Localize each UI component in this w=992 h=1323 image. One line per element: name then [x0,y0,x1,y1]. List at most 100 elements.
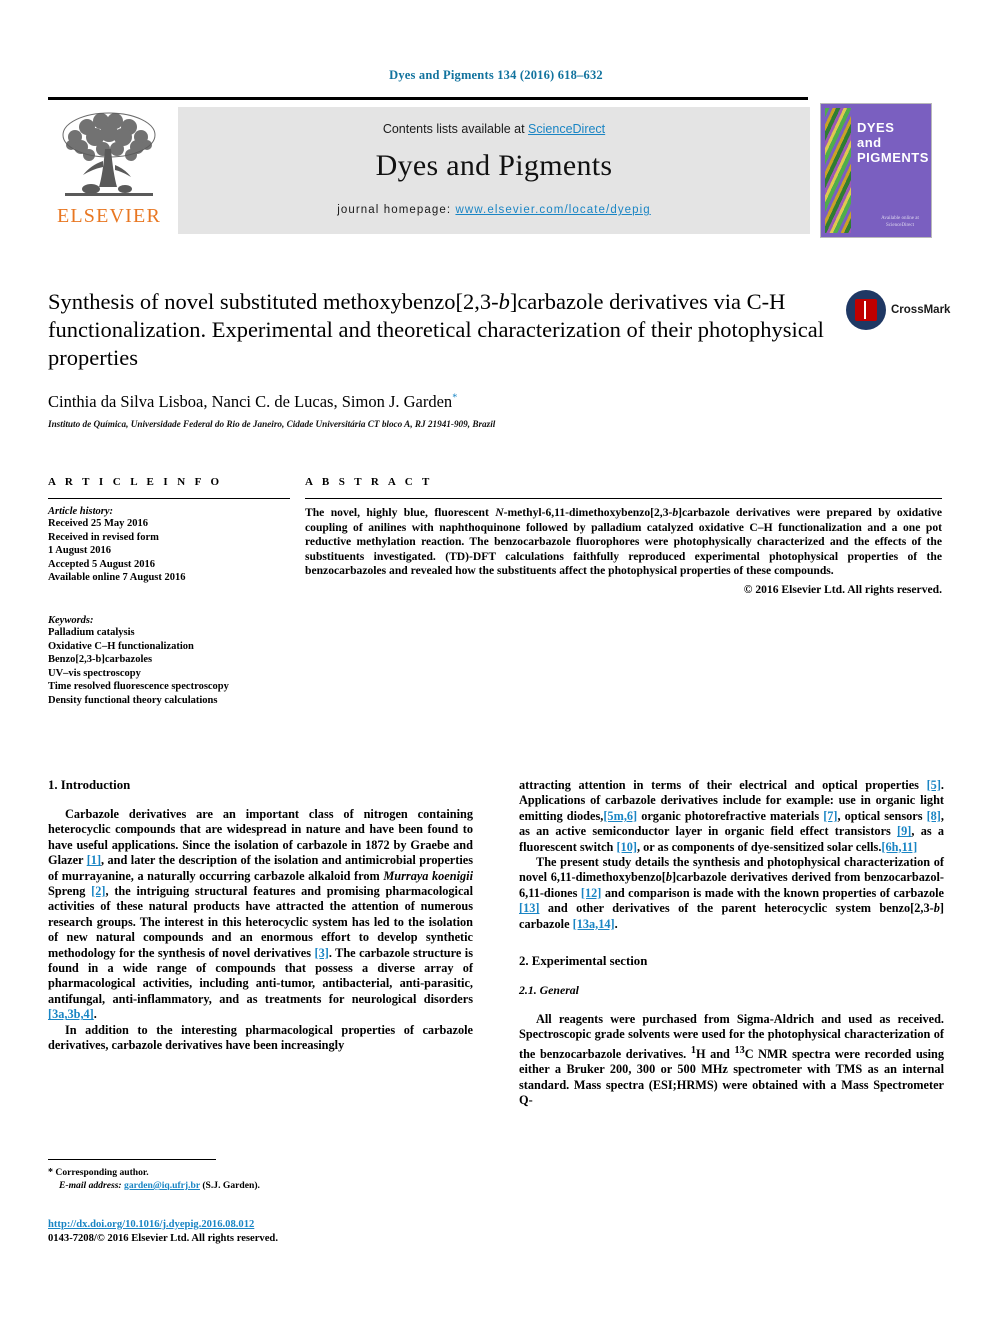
cover-title-line2: and [857,135,882,150]
contents-line: Contents lists available at ScienceDirec… [178,107,810,136]
running-head: Dyes and Pigments 134 (2016) 618–632 [389,68,603,82]
corresponding-author-marker[interactable]: * [452,393,457,404]
citation-5m6[interactable]: [5m,6] [603,809,637,823]
citation-13a14[interactable]: [13a,14] [573,917,615,931]
article-page: Dyes and Pigments 134 (2016) 618–632 ELS… [0,0,992,1323]
body-column-left: 1. Introduction Carbazole derivatives ar… [48,778,473,1054]
contents-prefix: Contents lists available at [382,122,529,136]
keywords-block: Keywords: Palladium catalysis Oxidative … [48,615,290,708]
intro-paragraph-3: The present study details the synthesis … [519,855,944,932]
keyword-item: Time resolved fluorescence spectroscopy [48,681,229,693]
history-item: 1 August 2016 [48,545,112,557]
citation-5[interactable]: [5] [927,778,941,792]
history-item: Accepted 5 August 2016 [48,558,156,570]
intro-p2c-a: attracting attention in terms of their e… [519,778,927,792]
crossmark-badge[interactable]: CrossMark [846,290,950,334]
abstract-text: The novel, highly blue, fluorescent N-me… [305,506,942,579]
intro-paragraph-2-continued: attracting attention in terms of their e… [519,778,944,855]
intro-paragraph-1: Carbazole derivatives are an important c… [48,807,473,1023]
author-list: Cinthia da Silva Lisboa, Nanci C. de Luc… [48,392,848,412]
title-line1-italic: b [498,289,510,314]
subsection-heading-general: 2.1. General [519,983,579,998]
citation-9[interactable]: [9] [897,824,911,838]
cover-title-line1: DYES [857,120,895,135]
citation-13[interactable]: [13] [519,901,540,915]
footnote-rule [48,1159,216,1160]
affiliation: Instituto de Química, Universidade Feder… [48,419,496,429]
intro-p2c-d: , optical sensors [837,808,927,823]
keywords-label: Keywords: [48,614,94,626]
citation-6h11[interactable]: [6h,11] [881,840,917,854]
doi-link[interactable]: http://dx.doi.org/10.1016/j.dyepig.2016.… [48,1219,254,1230]
title-line1-a: Synthesis of novel substituted methoxybe… [48,289,499,314]
keyword-item: Benzo[2,3-b]carbazoles [48,654,153,666]
citation-7[interactable]: [7] [823,809,837,823]
email-suffix: (S.J. Garden). [199,1180,260,1191]
abstract-copyright: © 2016 Elsevier Ltd. All rights reserved… [743,582,942,596]
email-link[interactable]: garden@iq.ufrj.br [124,1180,200,1191]
intro-p1-c: Spreng [48,884,92,899]
history-item: Available online 7 August 2016 [48,572,186,584]
history-item: Received in revised form [48,531,159,543]
email-note: E-mail address: garden@iq.ufrj.br (S.J. … [48,1179,478,1192]
sciencedirect-link[interactable]: ScienceDirect [528,122,605,136]
title-line1-b: ]carbazole [509,289,604,314]
history-item: Received 25 May 2016 [48,518,149,529]
intro-p2c-g: , or as components of dye-sensitized sol… [636,839,882,854]
abstract-rule [305,498,942,499]
intro-p1-f: . [93,1007,97,1022]
citation-3[interactable]: [3] [314,946,328,960]
journal-homepage-line: journal homepage: www.elsevier.com/locat… [178,204,810,216]
keyword-item: UV–vis spectroscopy [48,667,141,679]
article-info-heading: A R T I C L E I N F O [48,476,223,488]
email-label: E-mail address: [59,1180,125,1191]
doi-block: http://dx.doi.org/10.1016/j.dyepig.2016.… [48,1218,478,1246]
cover-title-line3: PIGMENTS [857,150,929,165]
section-heading-experimental: 2. Experimental section [519,954,648,969]
title-block: Synthesis of novel substituted methoxybe… [48,288,838,372]
abstract-heading: A B S T R A C T [305,476,433,488]
cover-art-strip [825,108,851,233]
corresponding-author-note: * Corresponding author. [48,1166,478,1179]
article-info-rule [48,498,290,499]
abstract-italic-n: N [495,506,504,519]
journal-masthead: ELSEVIER Contents lists available at Sci… [48,97,944,238]
article-info-column: A R T I C L E I N F O Article history: R… [48,476,290,708]
intro-p3-f: . [614,916,618,931]
body-column-right: attracting attention in terms of their e… [519,778,944,1109]
issn-copyright-line: 0143-7208/© 2016 Elsevier Ltd. All right… [48,1233,278,1244]
intro-p2c-c: organic photorefractive materials [637,808,824,823]
citation-8[interactable]: [8] [927,809,941,823]
general-b: H and [695,1046,735,1061]
keyword-item: Palladium catalysis [48,626,135,638]
citation-12[interactable]: [12] [581,886,602,900]
page-title: Synthesis of novel substituted methoxybe… [48,288,838,372]
crossmark-icon [846,290,886,330]
homepage-label: journal homepage: [337,204,456,216]
cover-title: DYES and PIGMENTS [857,120,929,165]
abstract-seg-a: The novel, highly blue, fluorescent [305,506,496,519]
author-names: Cinthia da Silva Lisboa, Nanci C. de Luc… [48,392,453,411]
journal-title: Dyes and Pigments [375,149,613,182]
citation-1[interactable]: [1] [87,853,101,867]
citation-3a3b4[interactable]: [3a,3b,4] [48,1007,94,1021]
intro-p3-c: and comparison is made with the known pr… [601,885,945,900]
journal-cover-thumbnail[interactable]: DYES and PIGMENTS Available online at Sc… [820,103,932,238]
abstract-seg-b: -methyl-6,11-dimethoxybenzo[2,3- [503,506,673,519]
elsevier-wordmark: ELSEVIER [56,205,162,227]
journal-band: Contents lists available at ScienceDirec… [178,107,810,234]
intro-p1-species: Murraya koenigii [383,868,473,883]
abstract-column: A B S T R A C T The novel, highly blue, … [305,476,942,596]
journal-homepage-link[interactable]: www.elsevier.com/locate/dyepig [455,204,650,216]
article-history-label: Article history: [48,506,114,517]
crossmark-book-icon [855,299,877,321]
corresponding-label: Corresponding author. [53,1167,149,1178]
superscript-13: 13 [734,1044,745,1056]
intro-p3-d: and other derivatives of the parent hete… [539,901,934,916]
general-paragraph: All reagents were purchased from Sigma-A… [519,1012,944,1109]
cover-footer-text: Available online at ScienceDirect [881,216,919,228]
citation-2[interactable]: [2] [91,884,105,898]
keyword-item: Oxidative C–H functionalization [48,640,194,652]
citation-10[interactable]: [10] [616,840,637,854]
masthead-top-rule [48,97,808,100]
